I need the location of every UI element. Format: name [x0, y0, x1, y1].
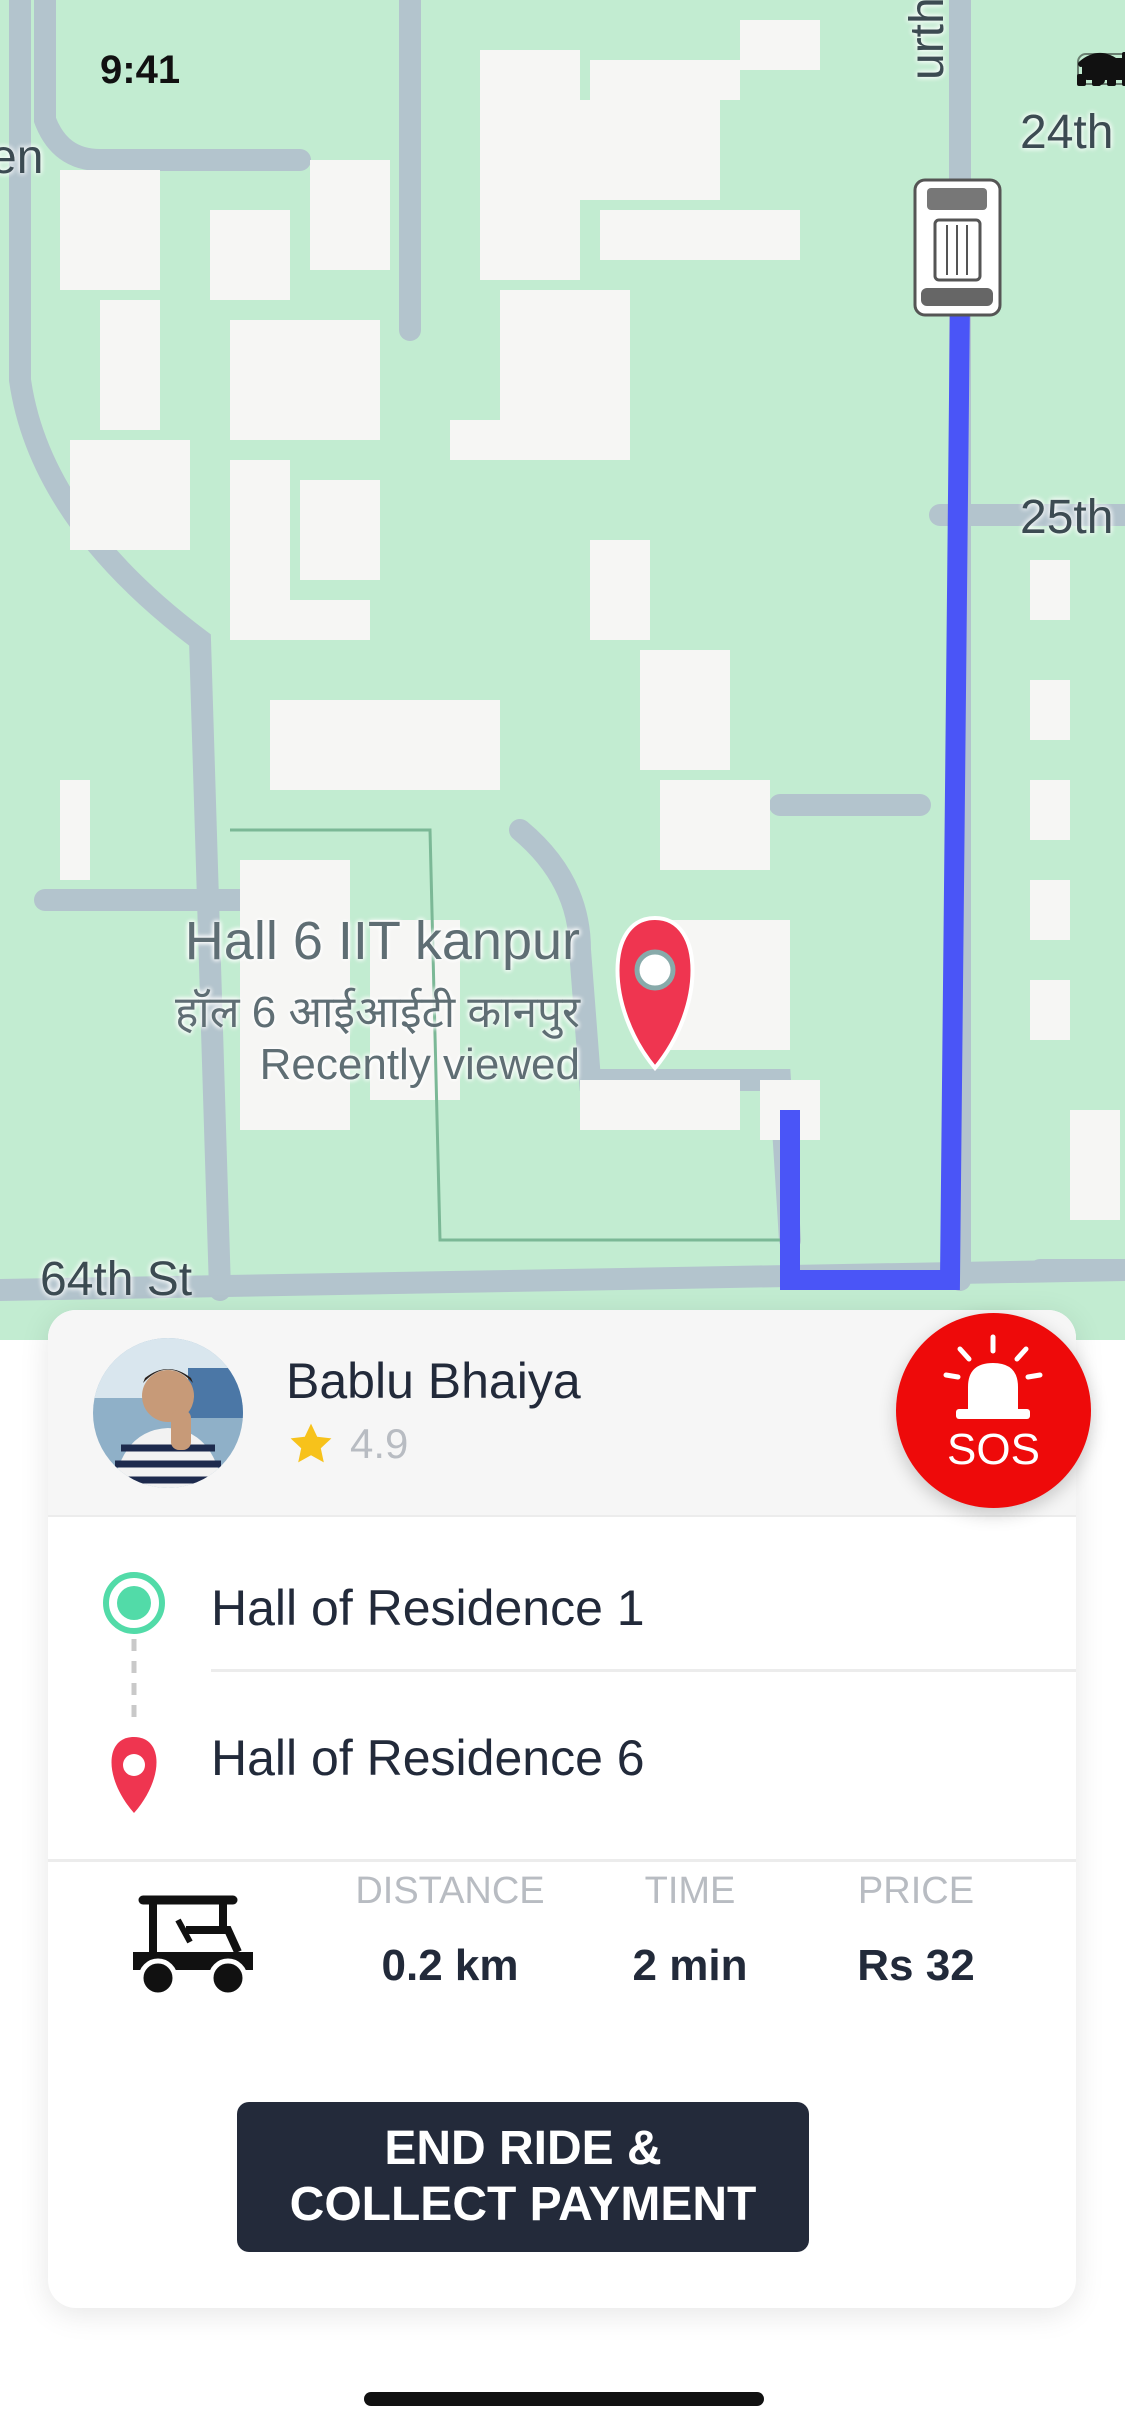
- pickup-dot-icon: [103, 1572, 165, 1634]
- sos-button[interactable]: SOS: [896, 1313, 1091, 1508]
- status-time: 9:41: [100, 48, 181, 92]
- driver-rating: 4.9: [286, 1420, 408, 1468]
- time-stat: TIME 2 min: [580, 1870, 800, 1991]
- street-label-64th: 64th St: [40, 1253, 193, 1306]
- sos-label: SOS: [947, 1425, 1040, 1474]
- home-indicator[interactable]: [364, 2392, 764, 2406]
- end-ride-button[interactable]: END RIDE & COLLECT PAYMENT: [237, 2102, 809, 2252]
- distance-label: DISTANCE: [355, 1870, 545, 1912]
- golf-cart-top-view-icon: [913, 178, 1002, 317]
- siren-icon: [943, 1334, 1043, 1419]
- rating-value: 4.9: [350, 1420, 409, 1467]
- dropoff-pin-icon: [111, 1737, 157, 1813]
- star-icon: [290, 1423, 332, 1463]
- dropoff-location[interactable]: Hall of Residence 6: [211, 1729, 645, 1787]
- avatar[interactable]: [93, 1338, 243, 1488]
- route-timeline: [103, 1572, 165, 1813]
- price-label: PRICE: [857, 1870, 975, 1912]
- route-divider: [211, 1669, 1076, 1672]
- place-name: Hall 6 IIT kanpur: [184, 911, 580, 971]
- golf-cart-icon: [133, 1895, 253, 1998]
- status-bar: 9:41: [0, 0, 1125, 140]
- map-canvas: [0, 0, 1125, 1301]
- route-section: Hall of Residence 1 Hall of Residence 6: [48, 1517, 1076, 1862]
- place-subtitle: Recently viewed: [259, 1040, 580, 1089]
- price-stat: PRICE Rs 32: [806, 1870, 1026, 1991]
- time-label: TIME: [644, 1870, 736, 1912]
- driver-name: Bablu Bhaiya: [286, 1353, 581, 1409]
- distance-stat: DISTANCE 0.2 km: [340, 1870, 560, 1991]
- battery-icon: [1077, 53, 1125, 85]
- street-label-25th: 25th: [1020, 491, 1114, 544]
- map-view[interactable]: Hall 6 IIT kanpur हॉल 6 आईआईटी कानपुर Re…: [0, 0, 1125, 1340]
- time-value: 2 min: [632, 1941, 748, 1990]
- end-ride-label: END RIDE & COLLECT PAYMENT: [289, 2122, 757, 2231]
- distance-value: 0.2 km: [381, 1941, 519, 1990]
- place-name-hindi: हॉल 6 आईआईटी कानपुर: [174, 988, 580, 1037]
- price-value: Rs 32: [857, 1941, 975, 1990]
- pickup-location[interactable]: Hall of Residence 1: [211, 1579, 645, 1637]
